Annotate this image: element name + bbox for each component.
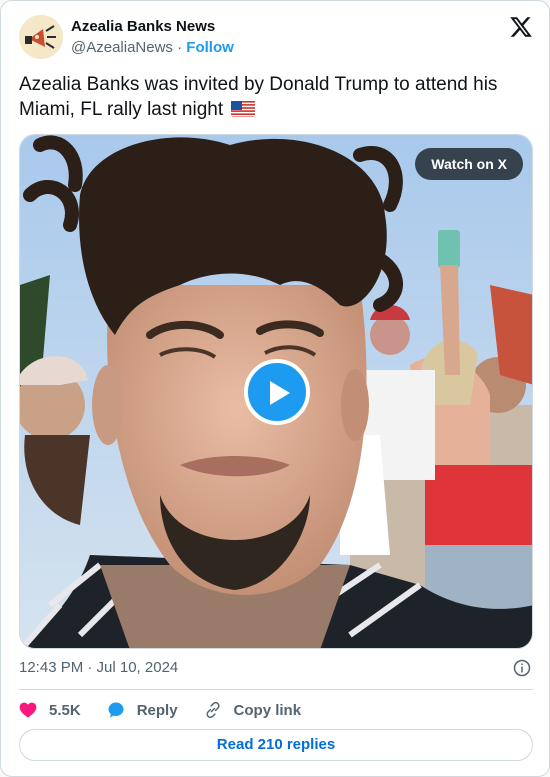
read-replies-button[interactable]: Read 210 replies — [19, 729, 533, 761]
author-handle[interactable]: @AzealiaNews — [71, 39, 173, 56]
copy-link-label: Copy link — [233, 701, 302, 719]
watch-on-x-button[interactable]: Watch on X — [415, 148, 523, 180]
like-button[interactable]: 5.5K — [19, 702, 81, 719]
link-icon — [205, 701, 220, 719]
heart-icon — [19, 702, 37, 718]
info-icon[interactable] — [513, 659, 531, 677]
timestamp-link[interactable]: 12:43 PM · Jul 10, 2024 — [19, 659, 178, 676]
avatar[interactable] — [19, 15, 63, 59]
x-logo-icon[interactable] — [509, 15, 533, 39]
author-display-name[interactable]: Azealia Banks News — [71, 17, 234, 37]
tweet-header: Azealia Banks News @AzealiaNews · Follow — [19, 15, 533, 61]
play-icon — [270, 381, 290, 405]
handle-separator: · — [177, 39, 183, 56]
tweet-meta: 12:43 PM · Jul 10, 2024 — [19, 657, 533, 679]
us-flag-icon — [231, 100, 256, 117]
author-names: Azealia Banks News @AzealiaNews · Follow — [71, 17, 234, 58]
video-media[interactable]: Watch on X — [19, 134, 533, 649]
play-button[interactable] — [244, 359, 310, 425]
reply-bubble-icon — [108, 702, 124, 718]
author-handle-line: @AzealiaNews · Follow — [71, 38, 234, 58]
follow-link[interactable]: Follow — [186, 39, 234, 56]
tweet-embed-card: Azealia Banks News @AzealiaNews · Follow… — [0, 0, 550, 777]
reply-label: Reply — [136, 701, 178, 719]
like-count: 5.5K — [49, 701, 81, 719]
reply-button[interactable]: Reply — [107, 701, 178, 719]
copy-link-button[interactable]: Copy link — [204, 701, 302, 719]
tweet-text: Azealia Banks was invited by Donald Trum… — [19, 72, 533, 122]
tweet-actions: 5.5K Reply Copy link — [19, 698, 533, 722]
tweet-body: Azealia Banks was invited by Donald Trum… — [19, 74, 498, 120]
divider — [19, 689, 533, 690]
